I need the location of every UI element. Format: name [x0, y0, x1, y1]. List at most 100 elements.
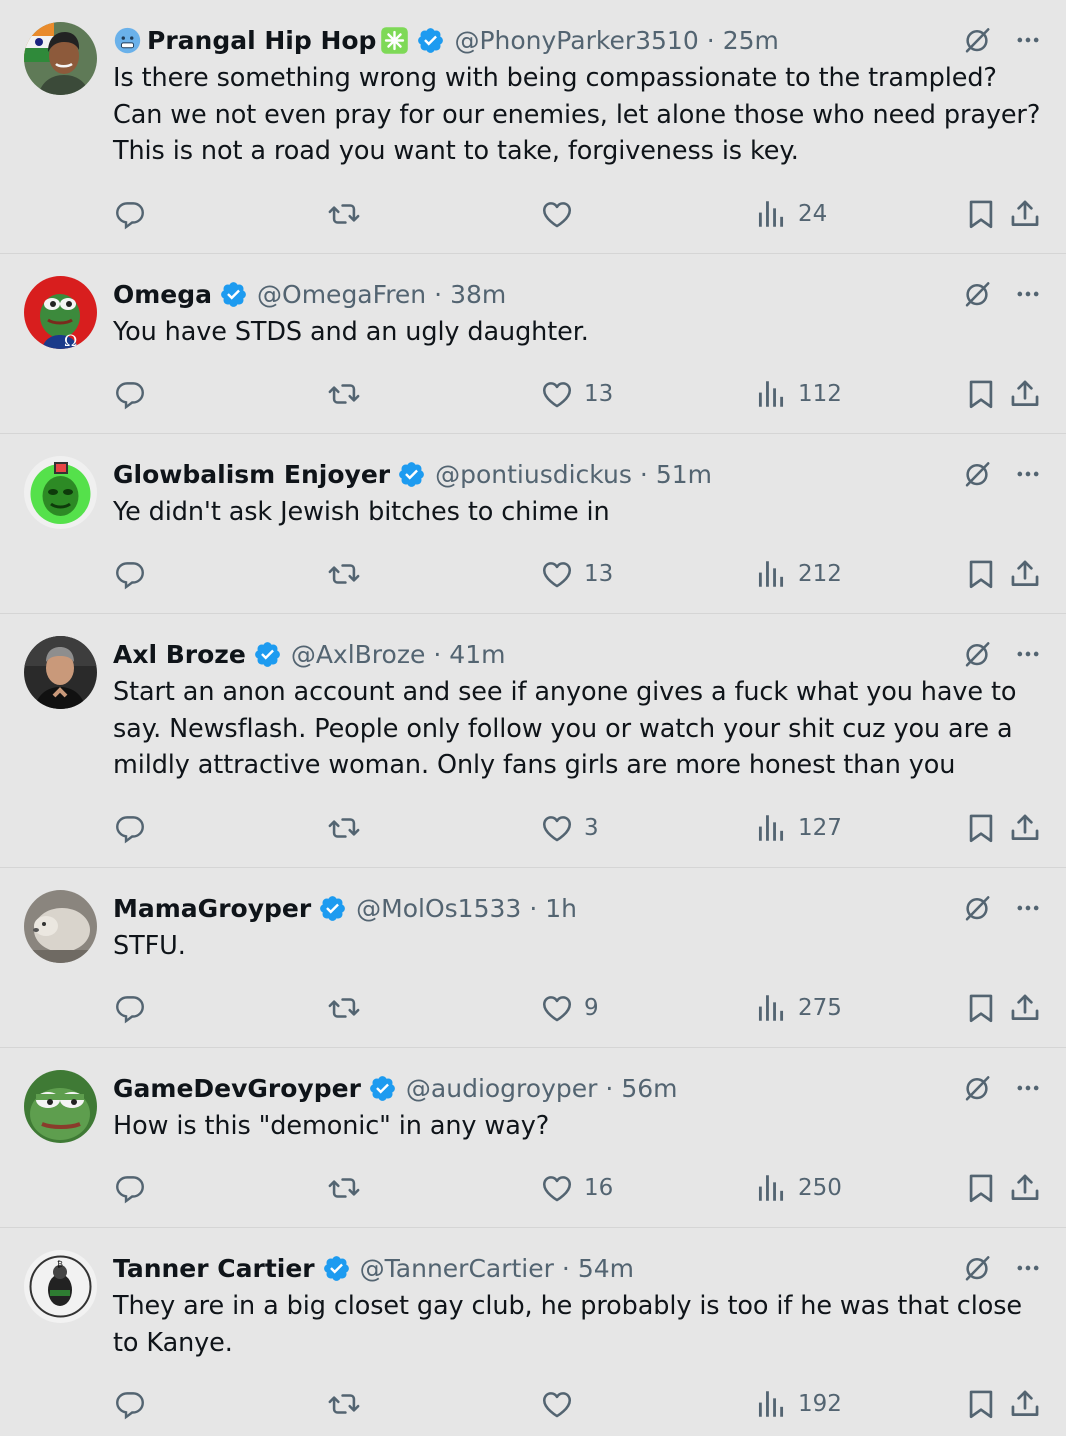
grok-icon[interactable] — [962, 1073, 992, 1103]
bookmark-button[interactable] — [964, 554, 998, 594]
like-button[interactable] — [540, 1384, 584, 1424]
reply-button[interactable] — [113, 374, 147, 414]
retweet-button[interactable] — [327, 808, 361, 848]
retweet-button[interactable] — [327, 988, 361, 1028]
more-icon[interactable] — [1014, 640, 1042, 668]
views-button[interactable]: 127 — [754, 808, 842, 848]
reply-button[interactable] — [113, 808, 147, 848]
more-icon[interactable] — [1014, 460, 1042, 488]
views-button[interactable]: 212 — [754, 554, 842, 594]
timestamp[interactable]: 41m — [449, 640, 505, 669]
user-handle[interactable]: @PhonyParker3510 — [454, 26, 698, 55]
share-button[interactable] — [1008, 808, 1042, 848]
grok-icon[interactable] — [962, 279, 992, 309]
like-button[interactable] — [540, 194, 584, 234]
retweet-icon — [327, 557, 361, 591]
retweet-button[interactable] — [327, 1168, 361, 1208]
like-button[interactable]: 3 — [540, 808, 599, 848]
retweet-button[interactable] — [327, 194, 361, 234]
reply-icon — [113, 197, 147, 231]
user-handle[interactable]: @audiogroyper — [406, 1074, 598, 1103]
views-button[interactable]: 192 — [754, 1384, 842, 1424]
tweet[interactable]: Prangal Hip Hop @PhonyParker3510 · 25m I… — [0, 0, 1066, 254]
display-name[interactable]: Omega — [113, 280, 212, 309]
display-name[interactable]: Axl Broze — [113, 640, 246, 669]
retweet-button[interactable] — [327, 554, 361, 594]
avatar[interactable] — [24, 456, 97, 529]
display-name[interactable]: Glowbalism Enjoyer — [113, 460, 390, 489]
avatar[interactable] — [24, 1070, 97, 1143]
views-button[interactable]: 112 — [754, 374, 842, 414]
reply-button[interactable] — [113, 1384, 147, 1424]
timestamp[interactable]: 54m — [578, 1254, 634, 1283]
timestamp[interactable]: 1h — [545, 894, 577, 923]
more-icon[interactable] — [1014, 280, 1042, 308]
share-button[interactable] — [1008, 1168, 1042, 1208]
tweet[interactable]: Glowbalism Enjoyer @pontiusdickus · 51m … — [0, 434, 1066, 614]
more-icon[interactable] — [1014, 26, 1042, 54]
display-name[interactable]: Tanner Cartier — [113, 1254, 315, 1283]
bookmark-button[interactable] — [964, 194, 998, 234]
avatar[interactable]: Ω — [24, 276, 97, 349]
timestamp[interactable]: 25m — [723, 26, 779, 55]
tweet-header: Tanner Cartier @TannerCartier · 54m — [113, 1248, 1042, 1288]
display-name[interactable]: Prangal Hip Hop — [147, 26, 376, 55]
user-handle[interactable]: @pontiusdickus — [435, 460, 632, 489]
tweet[interactable]: ₿ Tanner Cartier @TannerCartier · 54m Th… — [0, 1228, 1066, 1436]
timestamp[interactable]: 51m — [656, 460, 712, 489]
reply-button[interactable] — [113, 988, 147, 1028]
timestamp[interactable]: 38m — [450, 280, 506, 309]
share-button[interactable] — [1008, 554, 1042, 594]
views-button[interactable]: 24 — [754, 194, 827, 234]
like-button[interactable]: 16 — [540, 1168, 613, 1208]
share-button[interactable] — [1008, 374, 1042, 414]
retweet-button[interactable] — [327, 1384, 361, 1424]
tweet[interactable]: MamaGroyper @MolOs1533 · 1h STFU. 9 275 — [0, 868, 1066, 1048]
grok-icon[interactable] — [962, 25, 992, 55]
tweet[interactable]: Ω Omega @OmegaFren · 38m You have STDS a… — [0, 254, 1066, 434]
timestamp[interactable]: 56m — [621, 1074, 677, 1103]
like-button[interactable]: 9 — [540, 988, 599, 1028]
share-button[interactable] — [1008, 1384, 1042, 1424]
more-icon[interactable] — [1014, 1074, 1042, 1102]
share-button[interactable] — [1008, 988, 1042, 1028]
user-handle[interactable]: @AxlBroze — [291, 640, 426, 669]
like-button[interactable]: 13 — [540, 374, 613, 414]
avatar[interactable] — [24, 636, 97, 709]
retweet-icon — [327, 377, 361, 411]
user-handle[interactable]: @OmegaFren — [257, 280, 426, 309]
more-icon[interactable] — [1014, 894, 1042, 922]
share-button[interactable] — [1008, 194, 1042, 234]
views-icon — [754, 991, 788, 1025]
bookmark-button[interactable] — [964, 374, 998, 414]
retweet-icon — [327, 811, 361, 845]
tweet-text: They are in a big closet gay club, he pr… — [113, 1291, 1022, 1358]
more-icon[interactable] — [1014, 1254, 1042, 1282]
avatar[interactable]: ₿ — [24, 1250, 97, 1323]
like-count: 9 — [584, 995, 599, 1021]
grok-icon[interactable] — [962, 639, 992, 669]
reply-button[interactable] — [113, 1168, 147, 1208]
display-name[interactable]: GameDevGroyper — [113, 1074, 361, 1103]
display-name[interactable]: MamaGroyper — [113, 894, 311, 923]
action-bar: 16 250 — [113, 1168, 1042, 1208]
tweet[interactable]: Axl Broze @AxlBroze · 41m Start an anon … — [0, 614, 1066, 868]
bookmark-button[interactable] — [964, 1168, 998, 1208]
like-button[interactable]: 13 — [540, 554, 613, 594]
bookmark-button[interactable] — [964, 988, 998, 1028]
views-button[interactable]: 250 — [754, 1168, 842, 1208]
bookmark-button[interactable] — [964, 1384, 998, 1424]
retweet-button[interactable] — [327, 374, 361, 414]
reply-button[interactable] — [113, 194, 147, 234]
views-button[interactable]: 275 — [754, 988, 842, 1028]
grok-icon[interactable] — [962, 1253, 992, 1283]
reply-button[interactable] — [113, 554, 147, 594]
grok-icon[interactable] — [962, 459, 992, 489]
avatar[interactable] — [24, 890, 97, 963]
user-handle[interactable]: @TannerCartier — [360, 1254, 554, 1283]
tweet[interactable]: GameDevGroyper @audiogroyper · 56m How i… — [0, 1048, 1066, 1228]
user-handle[interactable]: @MolOs1533 — [356, 894, 521, 923]
avatar[interactable] — [24, 22, 97, 95]
bookmark-button[interactable] — [964, 808, 998, 848]
grok-icon[interactable] — [962, 893, 992, 923]
